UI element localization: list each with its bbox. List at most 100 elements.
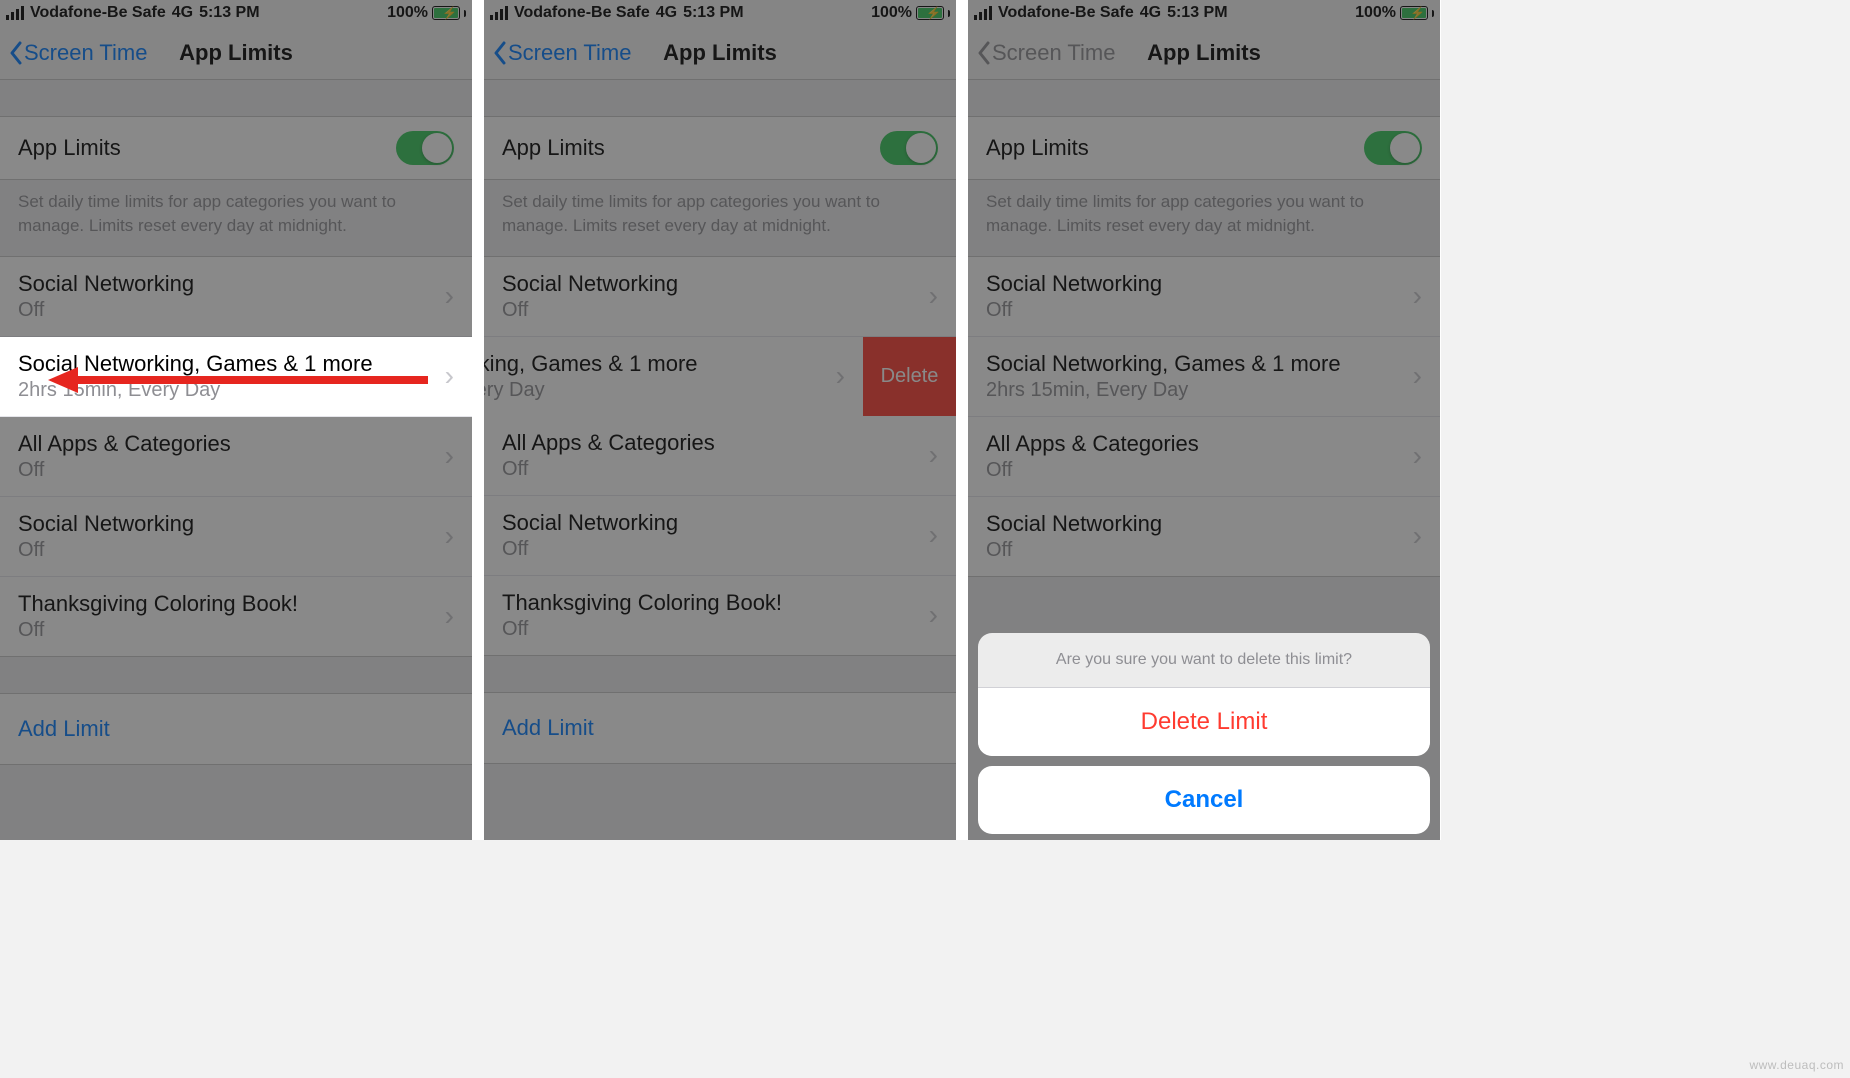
- chevron-left-icon: [492, 41, 508, 65]
- limits-list: Social NetworkingOff › Social Networking…: [0, 256, 472, 657]
- add-limit-label: Add Limit: [18, 716, 110, 741]
- chevron-right-icon: ›: [836, 360, 845, 392]
- network-label: 4G: [656, 4, 677, 22]
- limit-sub: Off: [18, 539, 194, 562]
- limit-sub: Off: [18, 619, 298, 642]
- back-label: Screen Time: [24, 40, 148, 66]
- limit-row[interactable]: All Apps & CategoriesOff ›: [484, 416, 956, 496]
- network-label: 4G: [172, 4, 193, 22]
- limit-row[interactable]: All Apps & CategoriesOff ›: [0, 417, 472, 497]
- limit-title: Social Networking: [986, 271, 1162, 297]
- delete-label: Delete: [881, 365, 939, 388]
- toggle-label: App Limits: [986, 135, 1089, 161]
- limit-row[interactable]: Social NetworkingOff ›: [968, 497, 1440, 577]
- add-limit-row[interactable]: Add Limit: [0, 693, 472, 765]
- clock-label: 5:13 PM: [683, 4, 743, 22]
- limit-row[interactable]: All Apps & CategoriesOff ›: [968, 417, 1440, 497]
- phone-screenshot-1: Vodafone-Be Safe 4G 5:13 PM 100% ⚡ Scree…: [0, 0, 472, 840]
- status-bar: Vodafone-Be Safe 4G 5:13 PM 100% ⚡: [968, 0, 1440, 26]
- cancel-button[interactable]: Cancel: [978, 766, 1430, 834]
- limit-title: Social Networking, Games & 1 more: [18, 351, 373, 377]
- nav-bar: Screen Time App Limits: [0, 26, 472, 80]
- chevron-right-icon: ›: [445, 440, 454, 472]
- chevron-right-icon: ›: [929, 280, 938, 312]
- limit-title: Social Networking, Games & 1 more: [986, 351, 1341, 377]
- limit-title: Thanksgiving Coloring Book!: [502, 590, 782, 616]
- chevron-right-icon: ›: [1413, 440, 1422, 472]
- clock-label: 5:13 PM: [1167, 4, 1227, 22]
- nav-bar: Screen Time App Limits: [968, 26, 1440, 80]
- page-title: App Limits: [1147, 40, 1261, 66]
- limit-row[interactable]: Thanksgiving Coloring Book!Off ›: [0, 577, 472, 657]
- cancel-label: Cancel: [1165, 786, 1244, 813]
- battery-icon: ⚡: [1400, 6, 1428, 20]
- app-limits-toggle-row: App Limits: [484, 116, 956, 180]
- watermark: www.deuaq.com: [1749, 1058, 1844, 1072]
- limits-list: Social NetworkingOff › Social Networking…: [968, 256, 1440, 577]
- battery-icon: ⚡: [432, 6, 460, 20]
- signal-icon: [6, 6, 24, 20]
- app-limits-toggle[interactable]: [1364, 131, 1422, 165]
- limit-title: Networking, Games & 1 more: [484, 351, 698, 377]
- chevron-right-icon: ›: [929, 519, 938, 551]
- limit-title: All Apps & Categories: [18, 431, 231, 457]
- carrier-label: Vodafone-Be Safe: [514, 4, 650, 22]
- limit-row[interactable]: Social NetworkingOff ›: [484, 496, 956, 576]
- description-text: Set daily time limits for app categories…: [0, 180, 472, 256]
- delete-limit-button[interactable]: Delete Limit: [978, 688, 1430, 756]
- phone-screenshot-2: Vodafone-Be Safe 4G 5:13 PM 100% ⚡ Scree…: [484, 0, 956, 840]
- back-button[interactable]: Screen Time: [492, 40, 632, 66]
- limit-row[interactable]: Social NetworkingOff ›: [0, 497, 472, 577]
- sheet-message: Are you sure you want to delete this lim…: [978, 633, 1430, 688]
- description-text: Set daily time limits for app categories…: [968, 180, 1440, 256]
- page-title: App Limits: [179, 40, 293, 66]
- limit-sub: 2hrs 15min, Every Day: [18, 379, 373, 402]
- signal-icon: [974, 6, 992, 20]
- limit-row[interactable]: Social Networking, Games & 1 more2hrs 15…: [968, 337, 1440, 417]
- limit-row-swiped[interactable]: Networking, Games & 1 moremin, Every Day…: [484, 337, 863, 416]
- nav-bar: Screen Time App Limits: [484, 26, 956, 80]
- limit-row-swiped-container: Networking, Games & 1 moremin, Every Day…: [484, 337, 956, 416]
- limit-sub: Off: [502, 299, 678, 322]
- limit-row[interactable]: Social NetworkingOff ›: [484, 256, 956, 337]
- limit-title: Social Networking: [18, 271, 194, 297]
- limit-sub: Off: [18, 299, 194, 322]
- signal-icon: [490, 6, 508, 20]
- back-button[interactable]: Screen Time: [976, 40, 1116, 66]
- limit-row[interactable]: Social NetworkingOff ›: [968, 256, 1440, 337]
- battery-pct: 100%: [1355, 4, 1396, 22]
- limit-sub: Off: [18, 459, 231, 482]
- chevron-right-icon: ›: [445, 280, 454, 312]
- status-bar: Vodafone-Be Safe 4G 5:13 PM 100% ⚡: [484, 0, 956, 26]
- app-limits-toggle[interactable]: [880, 131, 938, 165]
- delete-button[interactable]: Delete: [863, 337, 956, 416]
- chevron-right-icon: ›: [445, 600, 454, 632]
- delete-limit-label: Delete Limit: [1141, 708, 1268, 735]
- chevron-right-icon: ›: [929, 439, 938, 471]
- chevron-right-icon: ›: [1413, 520, 1422, 552]
- back-label: Screen Time: [508, 40, 632, 66]
- chevron-left-icon: [976, 41, 992, 65]
- limit-row[interactable]: Social NetworkingOff ›: [0, 256, 472, 337]
- limit-sub: 2hrs 15min, Every Day: [986, 379, 1341, 402]
- back-button[interactable]: Screen Time: [8, 40, 148, 66]
- phone-screenshot-3: Vodafone-Be Safe 4G 5:13 PM 100% ⚡ Scree…: [968, 0, 1440, 840]
- toggle-label: App Limits: [502, 135, 605, 161]
- limit-sub: Off: [502, 458, 715, 481]
- add-limit-row[interactable]: Add Limit: [484, 692, 956, 764]
- add-limit-label: Add Limit: [502, 715, 594, 740]
- limit-row[interactable]: Thanksgiving Coloring Book!Off ›: [484, 576, 956, 656]
- page-title: App Limits: [663, 40, 777, 66]
- limit-title: Social Networking: [18, 511, 194, 537]
- chevron-left-icon: [8, 41, 24, 65]
- app-limits-toggle[interactable]: [396, 131, 454, 165]
- limit-row-highlighted[interactable]: Social Networking, Games & 1 more2hrs 15…: [0, 337, 472, 417]
- chevron-right-icon: ›: [445, 360, 454, 392]
- network-label: 4G: [1140, 4, 1161, 22]
- limit-sub: Off: [986, 539, 1162, 562]
- battery-pct: 100%: [387, 4, 428, 22]
- toggle-label: App Limits: [18, 135, 121, 161]
- description-text: Set daily time limits for app categories…: [484, 180, 956, 256]
- limit-sub: min, Every Day: [484, 379, 698, 402]
- limit-title: All Apps & Categories: [502, 430, 715, 456]
